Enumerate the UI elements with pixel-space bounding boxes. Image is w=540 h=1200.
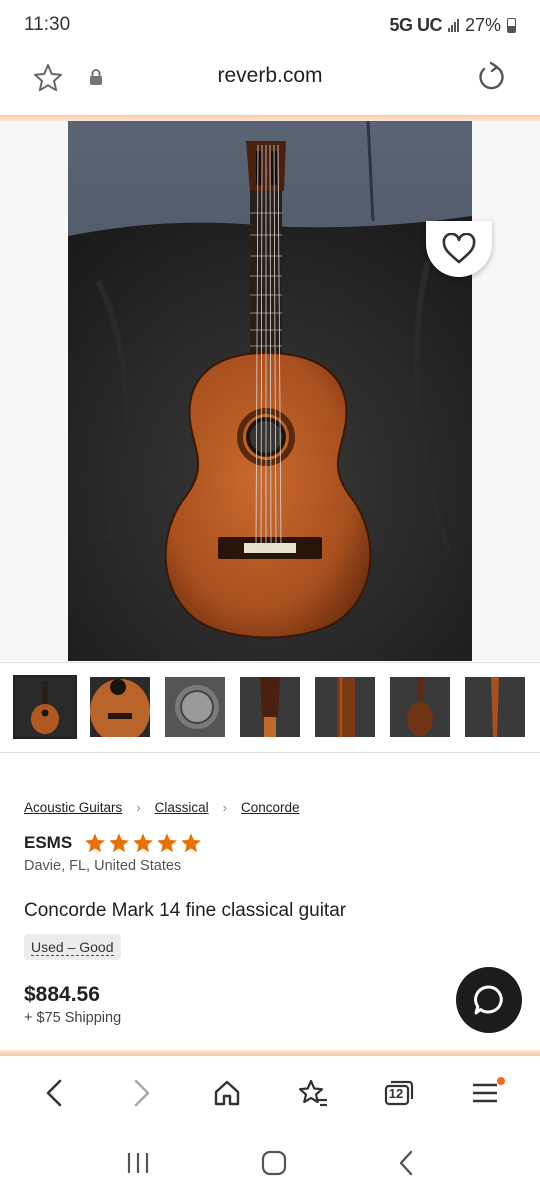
forward-button[interactable] xyxy=(117,1069,165,1117)
star-list-icon xyxy=(298,1079,327,1107)
seller-location: Davie, FL, United States xyxy=(24,858,182,874)
listing-title: Concorde Mark 14 fine classical guitar xyxy=(24,900,347,921)
thumbnail-2[interactable] xyxy=(90,677,150,737)
system-back-button[interactable] xyxy=(396,1149,416,1182)
recent-apps-button[interactable] xyxy=(124,1151,152,1180)
url-text[interactable]: reverb.com xyxy=(0,64,540,88)
chevron-right-icon xyxy=(134,1079,150,1107)
thumbnail-4[interactable] xyxy=(240,677,300,737)
status-bar: 11:30 5G UC 27% xyxy=(0,0,540,50)
system-home-button[interactable] xyxy=(260,1149,288,1182)
thumbnail-5[interactable] xyxy=(315,677,375,737)
rating-star-icon xyxy=(109,833,129,853)
heart-icon xyxy=(442,233,476,264)
system-navigation-bar xyxy=(0,1130,540,1200)
breadcrumb-concorde[interactable]: Concorde xyxy=(241,800,300,815)
rating-star-icon xyxy=(85,833,105,853)
seller-rating[interactable] xyxy=(84,832,202,854)
chevron-right-icon: › xyxy=(222,800,227,815)
thumbnail-1[interactable] xyxy=(13,675,77,739)
divider xyxy=(0,752,540,753)
seller-name[interactable]: ESMS xyxy=(24,833,72,853)
browser-toolbar: 12 xyxy=(0,1056,540,1130)
rating-star-icon xyxy=(181,833,201,853)
reload-button[interactable] xyxy=(474,60,508,94)
battery-icon xyxy=(507,17,516,33)
tabs-button[interactable]: 12 xyxy=(375,1069,423,1117)
back-button[interactable] xyxy=(31,1069,79,1117)
status-time: 11:30 xyxy=(24,14,71,35)
thumbnail-strip xyxy=(13,675,525,739)
condition-badge[interactable]: Used – Good xyxy=(24,934,121,960)
rating-star-icon xyxy=(157,833,177,853)
product-main-image[interactable] xyxy=(68,121,472,661)
chat-button[interactable] xyxy=(456,967,522,1033)
chevron-right-icon: › xyxy=(136,800,141,815)
back-chevron-icon xyxy=(399,1150,413,1175)
battery-percent: 27% xyxy=(464,14,501,35)
breadcrumb-classical[interactable]: Classical xyxy=(155,800,209,815)
condition-label: Used – Good xyxy=(31,939,114,956)
tab-count: 12 xyxy=(388,1086,404,1101)
thumbnail-7[interactable] xyxy=(465,677,525,737)
rating-star-icon xyxy=(133,833,153,853)
home-square-icon xyxy=(261,1150,287,1175)
divider xyxy=(0,662,540,663)
chat-bubble-icon xyxy=(474,985,503,1015)
thumbnail-6[interactable] xyxy=(390,677,450,737)
listing-price: $884.56 xyxy=(24,983,100,1006)
breadcrumb: Acoustic Guitars › Classical › Concorde xyxy=(24,800,300,815)
product-image-area[interactable] xyxy=(0,121,540,661)
notification-dot xyxy=(497,1077,505,1085)
breadcrumb-acoustic-guitars[interactable]: Acoustic Guitars xyxy=(24,800,122,815)
signal-icon xyxy=(447,18,459,32)
chevron-left-icon xyxy=(46,1079,62,1107)
bookmarks-button[interactable] xyxy=(289,1069,337,1117)
seller-info: ESMS xyxy=(24,832,202,854)
recent-apps-icon xyxy=(127,1152,149,1173)
menu-button[interactable] xyxy=(461,1069,509,1117)
reload-icon xyxy=(479,61,504,90)
home-icon xyxy=(214,1080,240,1106)
home-button[interactable] xyxy=(203,1069,251,1117)
thumbnail-3[interactable] xyxy=(165,677,225,737)
network-indicator: 5G UC xyxy=(389,14,442,35)
shipping-cost: + $75 Shipping xyxy=(24,1010,122,1026)
hamburger-menu-icon xyxy=(473,1083,497,1103)
address-bar: reverb.com xyxy=(0,50,540,110)
